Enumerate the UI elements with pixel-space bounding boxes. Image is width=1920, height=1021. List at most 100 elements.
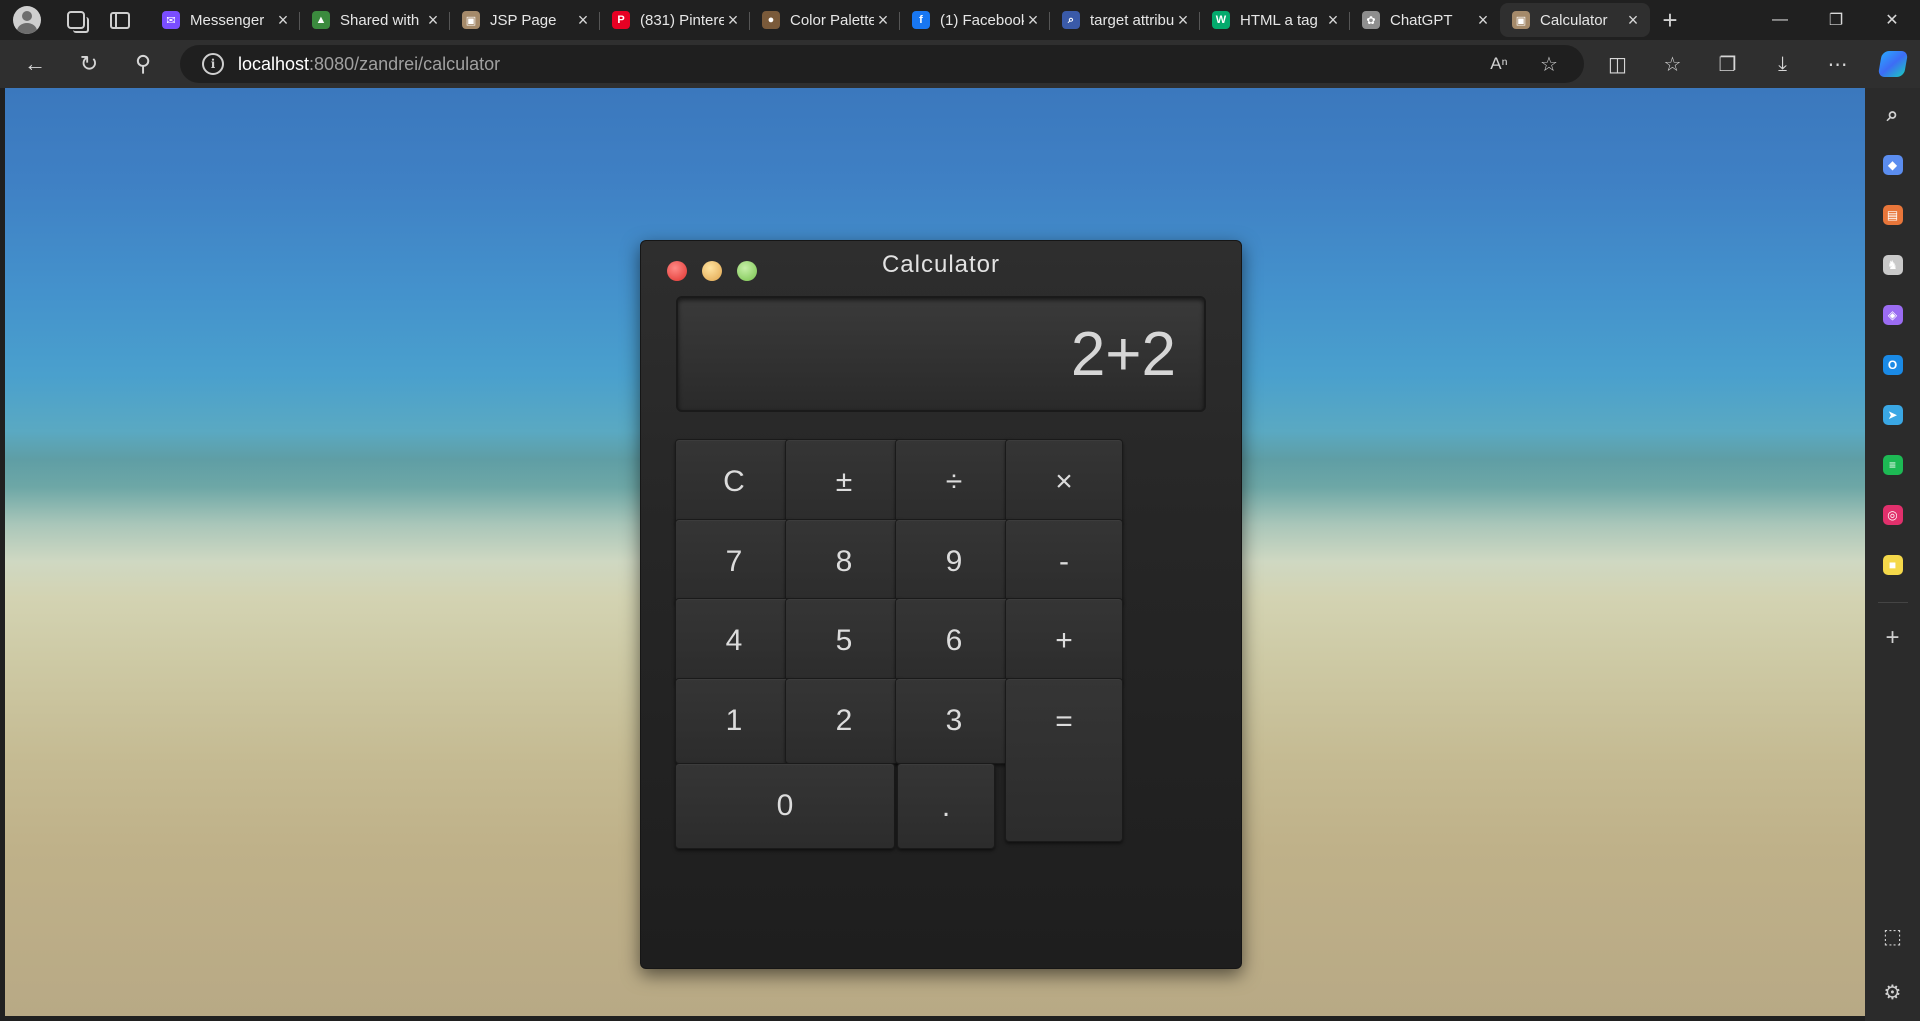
search-icon: ⌕	[1062, 11, 1080, 29]
screenshot-icon[interactable]: ⬚	[1873, 913, 1913, 959]
back-button[interactable]: ←	[8, 40, 62, 88]
sidebar-item-notes[interactable]: ■	[1873, 542, 1913, 588]
favorite-star-icon[interactable]: ☆	[1524, 52, 1574, 77]
sidebar-item-spotify[interactable]: ≡	[1873, 442, 1913, 488]
browser-tab[interactable]: ✉ Messenger ×	[150, 3, 300, 37]
clear-key[interactable]: C	[675, 439, 793, 525]
site-info-icon[interactable]: i	[202, 53, 224, 75]
tab-close-icon[interactable]: ×	[1324, 10, 1342, 31]
browser-tab[interactable]: ⌕ target attribute×	[1049, 3, 1200, 37]
outlook-icon: O	[1882, 355, 1903, 375]
tab-close-icon[interactable]: ×	[1624, 10, 1642, 31]
tab-title: (831) Pinterest	[640, 11, 724, 29]
downloads-icon[interactable]: ⤓	[1755, 40, 1810, 88]
equals-key[interactable]: =	[1005, 678, 1123, 842]
plus-minus-key[interactable]: ±	[785, 439, 903, 525]
digit-6-key[interactable]: 6	[895, 598, 1013, 684]
browser-tab[interactable]: ▣ JSP Page ×	[449, 3, 600, 37]
search-icon: ⌕	[1886, 103, 1899, 126]
tab-close-icon[interactable]: ×	[874, 10, 892, 31]
digit-0-key[interactable]: 0	[675, 763, 895, 849]
tab-list: ✉Messenger×▲Shared with me×▣JSP Page×P(8…	[150, 0, 1650, 40]
sidebar-item-shopping-tag[interactable]: ◆	[1873, 142, 1913, 188]
workspaces-icon	[67, 11, 89, 33]
digit-3-key[interactable]: 3	[895, 678, 1013, 764]
shopping-tag-icon: ◆	[1882, 155, 1903, 175]
tab-title: target attribute	[1090, 11, 1174, 29]
tab-close-icon[interactable]: ×	[1174, 10, 1192, 31]
address-bar[interactable]: i localhost:8080/zandrei/calculator Aⁿ ☆	[180, 45, 1584, 83]
digit-4-key[interactable]: 4	[675, 598, 793, 684]
digit-5-key[interactable]: 5	[785, 598, 903, 684]
profile-button[interactable]	[0, 0, 54, 40]
browser-tab[interactable]: f (1) Facebook ×	[899, 3, 1050, 37]
multiply-key[interactable]: ×	[1005, 439, 1123, 525]
digit-7-key[interactable]: 7	[675, 519, 793, 605]
sidebar-add-button[interactable]: +	[1873, 615, 1913, 661]
tab-close-icon[interactable]: ×	[1474, 10, 1492, 31]
avatar	[13, 6, 41, 34]
decimal-key[interactable]: .	[897, 763, 995, 849]
pinterest-icon: P	[612, 11, 630, 29]
digit-8-key[interactable]: 8	[785, 519, 903, 605]
window-controls: — ❐ ✕	[1752, 0, 1920, 40]
tab-close-icon[interactable]: ×	[1024, 10, 1042, 31]
tab-title: Messenger	[190, 11, 265, 29]
read-aloud-icon[interactable]: Aⁿ	[1474, 54, 1524, 74]
sidebar-item-games[interactable]: ♞	[1873, 242, 1913, 288]
sidebar-divider	[1877, 602, 1908, 603]
calculator-display: 2+2	[676, 296, 1206, 412]
browser-tab[interactable]: ✿ ChatGPT ×	[1349, 3, 1500, 37]
search-button[interactable]: ⚲	[116, 40, 170, 88]
digit-1-key[interactable]: 1	[675, 678, 793, 764]
collections-icon[interactable]: ❐	[1700, 40, 1755, 88]
sidebar-item-instagram[interactable]: ◎	[1873, 492, 1913, 538]
tab-strip: ✉Messenger×▲Shared with me×▣JSP Page×P(8…	[0, 0, 1920, 40]
favorites-icon[interactable]: ☆	[1645, 40, 1700, 88]
tab-title: HTML a tag	[1240, 11, 1318, 29]
tab-close-icon[interactable]: ×	[724, 10, 742, 31]
new-tab-button[interactable]: +	[1650, 0, 1690, 40]
browser-tab[interactable]: P (831) Pinterest×	[599, 3, 750, 37]
digit-2-key[interactable]: 2	[785, 678, 903, 764]
browser-tab[interactable]: ● Color Palette ×	[749, 3, 900, 37]
sidebar-item-briefcase[interactable]: ▤	[1873, 192, 1913, 238]
tab-close-icon[interactable]: ×	[424, 10, 442, 31]
sidebar-item-copilot[interactable]: ◈	[1873, 292, 1913, 338]
more-options-icon[interactable]: ⋯	[1810, 40, 1865, 88]
browser-tab[interactable]: W HTML a tag ×	[1199, 3, 1350, 37]
sidebar-item-search[interactable]: ⌕	[1873, 92, 1913, 138]
restore-button[interactable]: ❐	[1808, 0, 1864, 40]
page-thumbnail-icon: ▣	[462, 11, 480, 29]
browser-tab[interactable]: ▣ Calculator ×	[1500, 3, 1650, 37]
tab-close-icon[interactable]: ×	[574, 10, 592, 31]
subtract-key[interactable]: -	[1005, 519, 1123, 605]
sidebar-item-telegram[interactable]: ➤	[1873, 392, 1913, 438]
copilot-icon: ◈	[1882, 305, 1903, 325]
settings-icon[interactable]: ⚙	[1873, 969, 1913, 1015]
divide-key[interactable]: ÷	[895, 439, 1013, 525]
digit-9-key[interactable]: 9	[895, 519, 1013, 605]
tab-close-icon[interactable]: ×	[274, 10, 292, 31]
instagram-icon: ◎	[1882, 505, 1903, 525]
calculator-title: Calculator	[881, 251, 1001, 278]
copilot-button[interactable]	[1865, 40, 1920, 88]
refresh-button[interactable]: ↻	[62, 40, 116, 88]
sidebar-item-outlook[interactable]: O	[1873, 342, 1913, 388]
url-path: :8080/zandrei/calculator	[309, 53, 501, 74]
url-text[interactable]: localhost:8080/zandrei/calculator	[238, 54, 500, 75]
split-screen-icon[interactable]: ◫	[1590, 40, 1645, 88]
messenger-icon: ✉	[162, 11, 180, 29]
browser-tab[interactable]: ▲ Shared with me×	[299, 3, 450, 37]
edge-sidebar: ⌕ ◆ ▤ ♞ ◈ O ➤ ≡ ◎ ■ + ⬚ ⚙	[1865, 88, 1920, 1021]
close-window-button[interactable]: ✕	[1864, 0, 1920, 40]
minimize-button[interactable]: —	[1752, 0, 1808, 40]
telegram-icon: ➤	[1882, 405, 1903, 425]
tab-title: JSP Page	[490, 11, 557, 29]
google-drive-icon: ▲	[312, 11, 330, 29]
facebook-icon: f	[912, 11, 930, 29]
add-key[interactable]: +	[1005, 598, 1123, 684]
tab-actions-button[interactable]	[98, 0, 142, 40]
tab-title: (1) Facebook	[940, 11, 1024, 29]
workspaces-button[interactable]	[54, 0, 98, 40]
